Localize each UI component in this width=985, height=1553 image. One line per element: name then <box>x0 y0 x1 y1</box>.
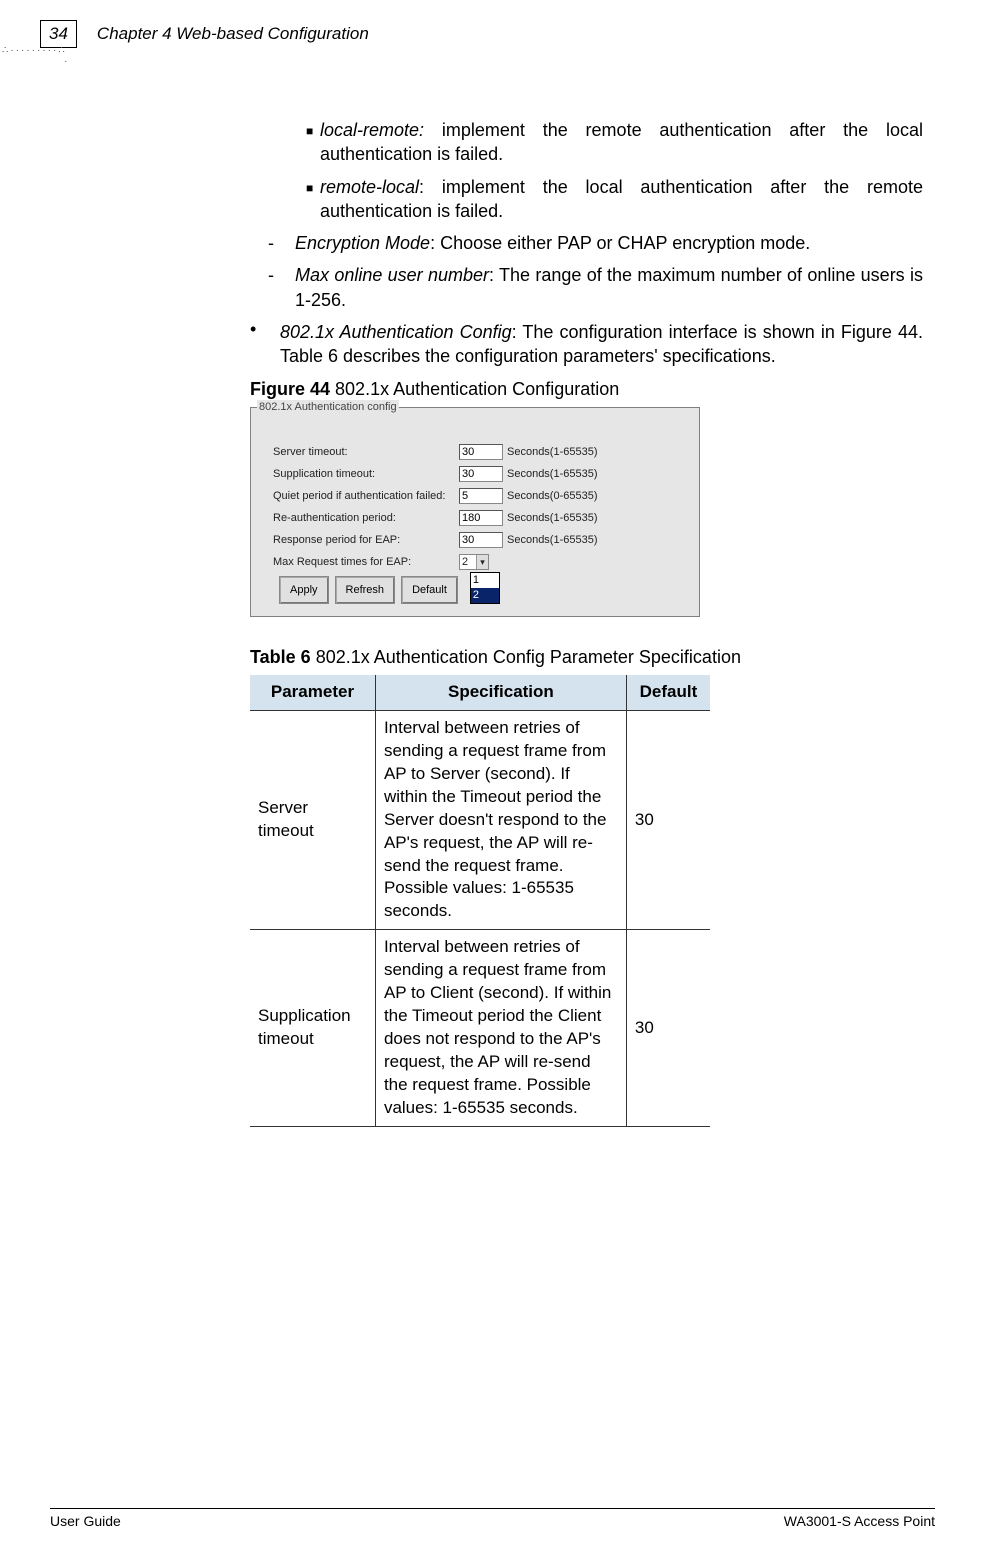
range-hint: Seconds(1-65535) <box>503 467 598 482</box>
quiet-period-input[interactable] <box>459 488 503 504</box>
default-button[interactable]: Default <box>401 576 458 604</box>
dropdown-option[interactable]: 1 <box>471 573 499 588</box>
col-specification: Specification <box>375 675 626 710</box>
list-item: ■ remote-local: implement the local auth… <box>250 175 923 224</box>
cell-default: 30 <box>626 710 710 929</box>
page-header: 34 Chapter 4 Web-based Configuration <box>40 20 935 48</box>
panel-legend: 802.1x Authentication config <box>257 400 399 415</box>
cell-spec: Interval between retries of sending a re… <box>375 930 626 1127</box>
term-label: local-remote: <box>320 120 424 140</box>
range-hint: Seconds(1-65535) <box>503 511 598 526</box>
square-bullet-icon: ■ <box>250 175 320 224</box>
config-row: Quiet period if authentication failed: S… <box>259 486 691 504</box>
select-value: 2 <box>460 555 476 569</box>
range-hint: Seconds(0-65535) <box>503 489 598 504</box>
square-bullet-icon: ■ <box>250 118 320 167</box>
term-label: Max online user number <box>295 265 489 285</box>
figure-caption: Figure 44 802.1x Authentication Configur… <box>250 377 923 401</box>
config-row: Response period for EAP: Seconds(1-65535… <box>259 530 691 548</box>
list-item: • 802.1x Authentication Config: The conf… <box>250 320 923 369</box>
figure-title-text: 802.1x Authentication Configuration <box>330 379 619 399</box>
table-header-row: Parameter Specification Default <box>250 675 710 710</box>
cell-param: Server timeout <box>250 710 375 929</box>
cell-spec: Interval between retries of sending a re… <box>375 710 626 929</box>
table-row: Server timeout Interval between retries … <box>250 710 710 929</box>
main-content: ■ local-remote: implement the remote aut… <box>250 118 923 1127</box>
reauth-period-input[interactable] <box>459 510 503 526</box>
cell-param: Supplication timeout <box>250 930 375 1127</box>
config-row: Supplication timeout: Seconds(1-65535) <box>259 464 691 482</box>
parameter-table: Parameter Specification Default Server t… <box>250 675 710 1127</box>
config-row: Re-authentication period: Seconds(1-6553… <box>259 508 691 526</box>
col-parameter: Parameter <box>250 675 375 710</box>
list-item: - Max online user number: The range of t… <box>250 263 923 312</box>
field-label: Max Request times for EAP: <box>259 555 459 570</box>
cell-default: 30 <box>626 930 710 1127</box>
dropdown-list[interactable]: 1 2 <box>470 572 500 604</box>
config-panel: 802.1x Authentication config Server time… <box>250 407 700 617</box>
decorative-dots: ∴·········∴ · <box>2 45 69 67</box>
footer-left: User Guide <box>50 1513 121 1529</box>
supplication-timeout-input[interactable] <box>459 466 503 482</box>
list-item: - Encryption Mode: Choose either PAP or … <box>250 231 923 255</box>
col-default: Default <box>626 675 710 710</box>
dot-bullet-icon: • <box>250 320 280 369</box>
range-hint: Seconds(1-65535) <box>503 533 598 548</box>
server-timeout-input[interactable] <box>459 444 503 460</box>
response-period-input[interactable] <box>459 532 503 548</box>
config-row: Max Request times for EAP: 2 ▾ <box>259 552 691 570</box>
max-request-select[interactable]: 2 ▾ <box>459 554 489 570</box>
term-text: : Choose either PAP or CHAP encryption m… <box>430 233 810 253</box>
field-label: Server timeout: <box>259 445 459 460</box>
table-row: Supplication timeout Interval between re… <box>250 930 710 1127</box>
page-footer: User Guide WA3001-S Access Point <box>50 1508 935 1529</box>
field-label: Supplication timeout: <box>259 467 459 482</box>
config-row: Server timeout: Seconds(1-65535) <box>259 442 691 460</box>
field-label: Re-authentication period: <box>259 511 459 526</box>
chevron-down-icon: ▾ <box>476 555 488 569</box>
button-row: Apply Refresh Default <box>259 576 458 604</box>
field-label: Quiet period if authentication failed: <box>259 489 459 504</box>
table-number: Table 6 <box>250 647 311 667</box>
chapter-title: Chapter 4 Web-based Configuration <box>97 24 369 44</box>
list-item: ■ local-remote: implement the remote aut… <box>250 118 923 167</box>
footer-right: WA3001-S Access Point <box>784 1513 935 1529</box>
apply-button[interactable]: Apply <box>279 576 329 604</box>
table-title-text: 802.1x Authentication Config Parameter S… <box>311 647 741 667</box>
dropdown-option-selected[interactable]: 2 <box>471 588 499 603</box>
range-hint: Seconds(1-65535) <box>503 445 598 460</box>
dash-bullet-icon: - <box>250 231 295 255</box>
field-label: Response period for EAP: <box>259 533 459 548</box>
page-number-box: 34 <box>40 20 77 48</box>
table-caption: Table 6 802.1x Authentication Config Par… <box>250 645 923 669</box>
figure-number: Figure 44 <box>250 379 330 399</box>
term-label: remote-local <box>320 177 419 197</box>
term-label: 802.1x Authentication Config <box>280 322 512 342</box>
term-label: Encryption Mode <box>295 233 430 253</box>
refresh-button[interactable]: Refresh <box>335 576 396 604</box>
dash-bullet-icon: - <box>250 263 295 312</box>
